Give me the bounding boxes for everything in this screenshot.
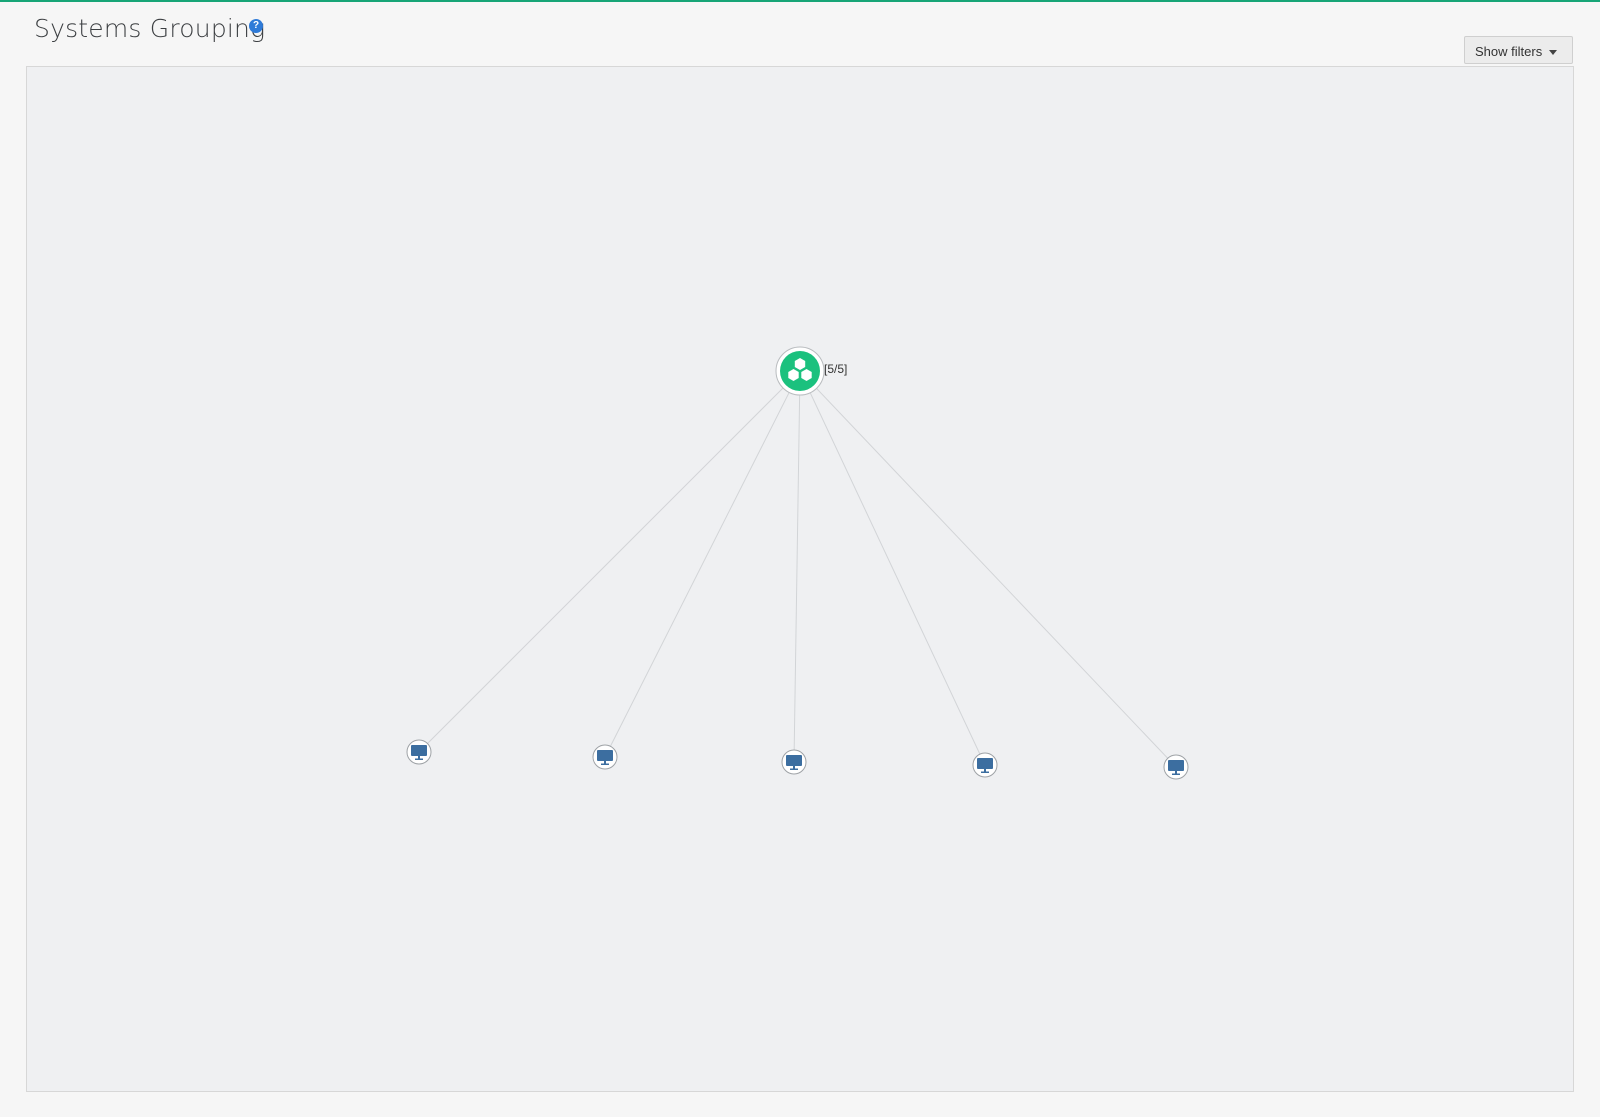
group-link-edge — [799, 370, 1177, 768]
system-group-node[interactable]: [5/5] — [775, 346, 847, 396]
system-node[interactable] — [592, 744, 618, 770]
system-node[interactable] — [972, 752, 998, 778]
group-link-edge — [799, 370, 986, 766]
system-node[interactable] — [406, 739, 432, 765]
top-accent-bar — [0, 0, 1600, 2]
group-link-edge — [418, 370, 801, 753]
system-node[interactable] — [1163, 754, 1189, 780]
show-filters-button[interactable]: Show filters — [1464, 36, 1573, 64]
group-count-label: [5/5] — [824, 362, 847, 376]
topology-graph[interactable]: [5/5] — [27, 67, 1573, 1091]
help-icon[interactable]: ? — [249, 19, 263, 33]
group-status-circle — [780, 351, 820, 391]
topology-canvas[interactable]: [5/5] — [26, 66, 1574, 1092]
show-filters-label: Show filters — [1475, 44, 1543, 59]
system-node[interactable] — [781, 749, 807, 775]
caret-down-icon — [1549, 50, 1557, 55]
group-link-edge — [604, 370, 801, 758]
page-title: Systems Grouping — [34, 14, 266, 43]
group-link-edge — [793, 370, 801, 763]
